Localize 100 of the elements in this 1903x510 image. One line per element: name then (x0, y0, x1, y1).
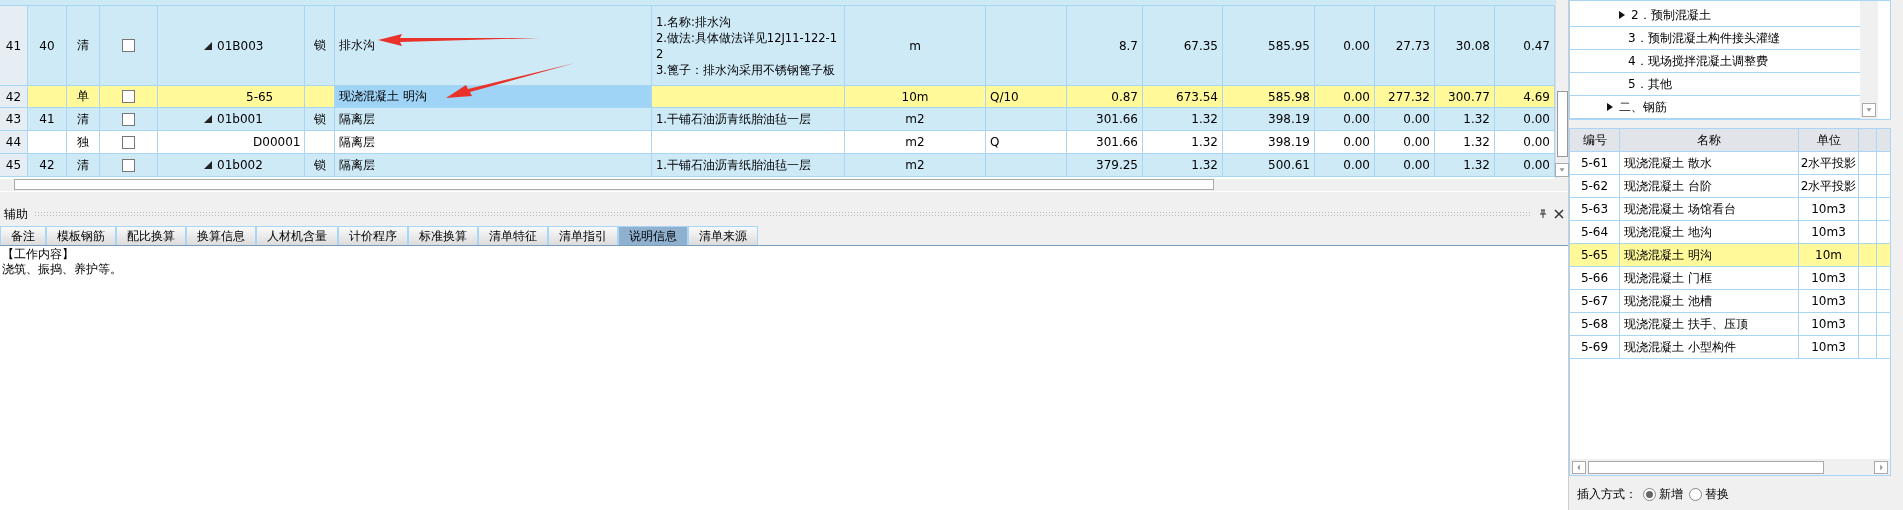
type-cell: 清 (67, 6, 100, 85)
code-cell: 5-66 (1570, 267, 1620, 289)
list-row[interactable]: 5-64 现浇混凝土 地沟 10m3 (1570, 221, 1890, 244)
amount-cell: 4.69 (1495, 86, 1555, 107)
tree-item[interactable]: 二、钢筋 (1570, 96, 1860, 119)
expanded-triangle-icon[interactable] (204, 115, 212, 123)
unit-cell: 10m3 (1799, 313, 1859, 335)
unit-cell: 10m (1799, 244, 1859, 266)
code-text: 01b002 (217, 158, 263, 172)
unit-cell: 10m (845, 86, 986, 107)
close-icon[interactable] (1554, 209, 1564, 219)
tree-item[interactable]: 2．预制混凝土 (1570, 4, 1860, 27)
type-cell: 清 (67, 154, 100, 176)
code-cell: 5-63 (1570, 198, 1620, 220)
tab[interactable]: 清单指引 (548, 226, 618, 245)
name-cell: 现浇混凝土 台阶 (1620, 175, 1799, 197)
list-row[interactable]: 5-68 现浇混凝土 扶手、压顶 10m3 (1570, 313, 1890, 336)
lock-cell: 锁 (305, 154, 335, 176)
checkbox[interactable] (122, 112, 135, 126)
tab[interactable]: 计价程序 (338, 226, 408, 245)
code-text: 5-65 (246, 89, 274, 104)
list-row[interactable]: 5-65 现浇混凝土 明沟 10m (1570, 244, 1890, 267)
row-number: 44 (0, 131, 28, 153)
code-cell: 5-67 (1570, 290, 1620, 312)
collapsed-triangle-icon[interactable] (1618, 11, 1626, 19)
code-cell: 5-64 (1570, 221, 1620, 243)
tab[interactable]: 标准换算 (408, 226, 478, 245)
unit-cell: 10m3 (1799, 290, 1859, 312)
amount-cell: 30.08 (1435, 6, 1495, 85)
unit-cell: 10m3 (1799, 267, 1859, 289)
sequence-number: 40 (28, 6, 67, 85)
list-row[interactable]: 5-69 现浇混凝土 小型构件 10m3 (1570, 336, 1890, 359)
tab[interactable]: 清单来源 (688, 226, 758, 245)
checkbox[interactable] (122, 90, 135, 103)
scroll-down-icon[interactable] (1555, 162, 1569, 177)
checkbox[interactable] (122, 39, 135, 52)
list-row[interactable]: 5-61 现浇混凝土 散水 2水平投影 (1570, 152, 1890, 175)
amount-cell: 0.00 (1495, 154, 1555, 176)
amount-cell: 585.95 (1223, 6, 1315, 85)
list-row[interactable]: 5-67 现浇混凝土 池槽 10m3 (1570, 290, 1890, 313)
insert-mode-label: 插入方式： (1577, 486, 1637, 503)
amount-cell: 0.00 (1375, 154, 1435, 176)
radio-option[interactable]: 替换 (1689, 486, 1729, 503)
name-cell: 现浇混凝土 门框 (1620, 267, 1799, 289)
amount-cell: 0.87 (1067, 86, 1143, 107)
tree-item[interactable]: 3．预制混凝土构件接头灌缝 (1570, 27, 1860, 50)
amount-cell: 277.32 (1375, 86, 1435, 107)
amount-cell: 0.00 (1315, 6, 1375, 85)
type-cell: 清 (67, 108, 100, 130)
description-text: 浇筑、振捣、养护等。 (2, 262, 123, 277)
checkbox[interactable] (122, 158, 135, 172)
list-row[interactable]: 5-62 现浇混凝土 台阶 2水平投影 (1570, 175, 1890, 198)
amount-cell: 673.54 (1143, 86, 1223, 107)
feature-cell: 1.名称:排水沟 2.做法:具体做法详见12J11-122-12 3.篦子：排水沟采用不锈钢篦子板 (652, 6, 845, 85)
code-cell: 5-68 (1570, 313, 1620, 335)
unit-cell: m (845, 6, 986, 85)
amount-cell: 585.98 (1223, 86, 1315, 107)
radio-option[interactable]: 新增 (1643, 486, 1683, 503)
sequence-number: 42 (28, 154, 67, 176)
tree-item[interactable]: 5．其他 (1570, 73, 1860, 96)
expression-cell: Q/10 (986, 86, 1067, 107)
column-header: 名称 (1620, 129, 1799, 151)
collapsed-triangle-icon[interactable] (1606, 103, 1614, 111)
lock-cell: 锁 (305, 6, 335, 85)
amount-cell: 1.32 (1143, 154, 1223, 176)
amount-cell: 1.32 (1143, 108, 1223, 130)
tab[interactable]: 备注 (0, 226, 46, 245)
checkbox[interactable] (122, 135, 135, 149)
scroll-left-icon[interactable] (1572, 460, 1586, 474)
row-number: 42 (0, 86, 28, 107)
scroll-right-icon[interactable] (1874, 460, 1888, 474)
code-text: D00001 (253, 135, 301, 149)
tab[interactable]: 配比换算 (116, 226, 186, 245)
expanded-triangle-icon[interactable] (204, 161, 212, 169)
name-cell: 隔离层 (335, 108, 652, 130)
tab[interactable]: 清单特征 (478, 226, 548, 245)
code-text: 01b001 (217, 112, 263, 126)
pin-icon[interactable] (1538, 209, 1548, 219)
tab[interactable]: 人材机含量 (256, 226, 338, 245)
list-row[interactable]: 5-63 现浇混凝土 场馆看台 10m3 (1570, 198, 1890, 221)
amount-cell: 0.00 (1375, 108, 1435, 130)
name-cell: 现浇混凝土 明沟 (1620, 244, 1799, 266)
unit-cell: 2水平投影 (1799, 152, 1859, 174)
expanded-triangle-icon[interactable] (204, 41, 212, 50)
tab[interactable]: 换算信息 (186, 226, 256, 245)
amount-cell: 398.19 (1223, 108, 1315, 130)
tab[interactable]: 模板钢筋 (46, 226, 116, 245)
tree-item[interactable]: 4．现场搅拌混凝土调整费 (1570, 50, 1860, 73)
unit-cell: 10m3 (1799, 336, 1859, 358)
row-number: 45 (0, 154, 28, 176)
type-cell: 单 (67, 86, 100, 107)
unit-cell: m2 (845, 108, 986, 130)
list-row[interactable]: 5-66 现浇混凝土 门框 10m3 (1570, 267, 1890, 290)
code-cell: 5-61 (1570, 152, 1620, 174)
tab[interactable]: 说明信息 (618, 226, 688, 245)
amount-cell: 500.61 (1223, 154, 1315, 176)
name-cell: 现浇混凝土 小型构件 (1620, 336, 1799, 358)
amount-cell: 67.35 (1143, 6, 1223, 85)
scroll-down-icon[interactable] (1862, 103, 1876, 117)
name-cell: 现浇混凝土 池槽 (1620, 290, 1799, 312)
